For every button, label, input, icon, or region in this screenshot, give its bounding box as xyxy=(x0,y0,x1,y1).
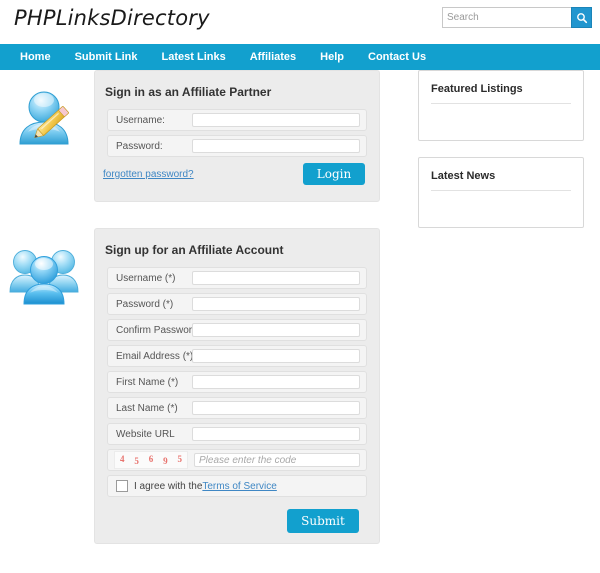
signup-email-row: Email Address (*) xyxy=(107,345,367,367)
search-button[interactable] xyxy=(571,7,592,28)
captcha-digit: 5 xyxy=(134,456,139,466)
signup-panel: Sign up for an Affiliate Account Usernam… xyxy=(94,228,380,544)
users-group-icon xyxy=(8,240,80,312)
signup-first-name-label: First Name (*) xyxy=(116,376,179,388)
login-username-input[interactable] xyxy=(192,113,360,127)
signup-email-label: Email Address (*) xyxy=(116,350,194,362)
login-username-row: Username: xyxy=(107,109,367,131)
signup-website-url-row: Website URL xyxy=(107,423,367,445)
forgotten-password-link[interactable]: forgotten password? xyxy=(103,169,194,180)
login-actions: forgotten password? Login xyxy=(95,161,379,201)
captcha-image: 4 5 6 9 5 xyxy=(114,451,188,469)
signup-website-url-input[interactable] xyxy=(192,427,360,441)
signup-actions: Submit xyxy=(95,501,379,543)
signup-confirm-password-input[interactable] xyxy=(192,323,360,337)
widget-featured-listings: Featured Listings xyxy=(418,70,584,141)
signup-last-name-label: Last Name (*) xyxy=(116,402,178,414)
login-field-list: Username: Password: xyxy=(95,109,379,157)
signup-confirm-password-row: Confirm Password xyxy=(107,319,367,341)
captcha-digit: 4 xyxy=(119,454,125,464)
nav-item-affiliates[interactable]: Affiliates xyxy=(238,44,308,70)
signup-field-list: Username (*) Password (*) Confirm Passwo… xyxy=(95,267,379,497)
captcha-input[interactable] xyxy=(194,453,360,467)
terms-agreement-checkbox[interactable] xyxy=(116,480,128,492)
nav-item-latest-links[interactable]: Latest Links xyxy=(150,44,238,70)
login-password-label: Password: xyxy=(116,140,163,152)
signup-website-url-label: Website URL xyxy=(116,428,175,440)
signup-last-name-input[interactable] xyxy=(192,401,360,415)
signup-password-label: Password (*) xyxy=(116,298,174,310)
signup-username-row: Username (*) xyxy=(107,267,367,289)
terms-agreement-row: I agree with the Terms of Service xyxy=(107,475,367,497)
signup-panel-title: Sign up for an Affiliate Account xyxy=(105,243,284,257)
login-panel-title: Sign in as an Affiliate Partner xyxy=(105,85,272,99)
signup-first-name-input[interactable] xyxy=(192,375,360,389)
signup-email-input[interactable] xyxy=(192,349,360,363)
nav-item-submit-link[interactable]: Submit Link xyxy=(63,44,150,70)
widget-featured-listings-body xyxy=(431,104,571,126)
signup-last-name-row: Last Name (*) xyxy=(107,397,367,419)
signup-first-name-row: First Name (*) xyxy=(107,371,367,393)
nav-item-help[interactable]: Help xyxy=(308,44,356,70)
search-form xyxy=(442,7,592,28)
main-navigation: Home Submit Link Latest Links Affiliates… xyxy=(0,44,600,70)
signup-password-input[interactable] xyxy=(192,297,360,311)
captcha-digit: 6 xyxy=(148,454,154,464)
page-content: Sign in as an Affiliate Partner Username… xyxy=(0,70,600,544)
submit-button[interactable]: Submit xyxy=(287,509,359,533)
captcha-digit: 5 xyxy=(177,454,183,464)
search-input[interactable] xyxy=(442,7,571,28)
login-password-row: Password: xyxy=(107,135,367,157)
signup-confirm-password-label: Confirm Password xyxy=(116,324,198,336)
signup-username-input[interactable] xyxy=(192,271,360,285)
captcha-digit: 9 xyxy=(163,456,168,466)
widget-latest-news: Latest News xyxy=(418,157,584,228)
login-panel: Sign in as an Affiliate Partner Username… xyxy=(94,70,380,202)
login-username-label: Username: xyxy=(116,114,165,126)
widget-featured-listings-title: Featured Listings xyxy=(431,83,523,95)
login-password-input[interactable] xyxy=(192,139,360,153)
site-logo: PHPLinksDirectory xyxy=(14,6,210,30)
nav-item-home[interactable]: Home xyxy=(8,44,63,70)
nav-item-contact-us[interactable]: Contact Us xyxy=(356,44,438,70)
page-header: PHPLinksDirectory xyxy=(0,0,600,44)
user-edit-icon xyxy=(8,82,80,154)
signup-username-label: Username (*) xyxy=(116,272,176,284)
signup-password-row: Password (*) xyxy=(107,293,367,315)
search-icon xyxy=(576,12,588,24)
terms-agreement-text: I agree with the xyxy=(134,480,203,492)
login-button[interactable]: Login xyxy=(303,163,365,185)
widget-latest-news-title: Latest News xyxy=(431,170,496,182)
terms-of-service-link[interactable]: Terms of Service xyxy=(202,481,276,492)
widget-latest-news-body xyxy=(431,191,571,213)
sidebar: Featured Listings Latest News xyxy=(418,70,584,244)
signup-captcha-row: 4 5 6 9 5 xyxy=(107,449,367,471)
